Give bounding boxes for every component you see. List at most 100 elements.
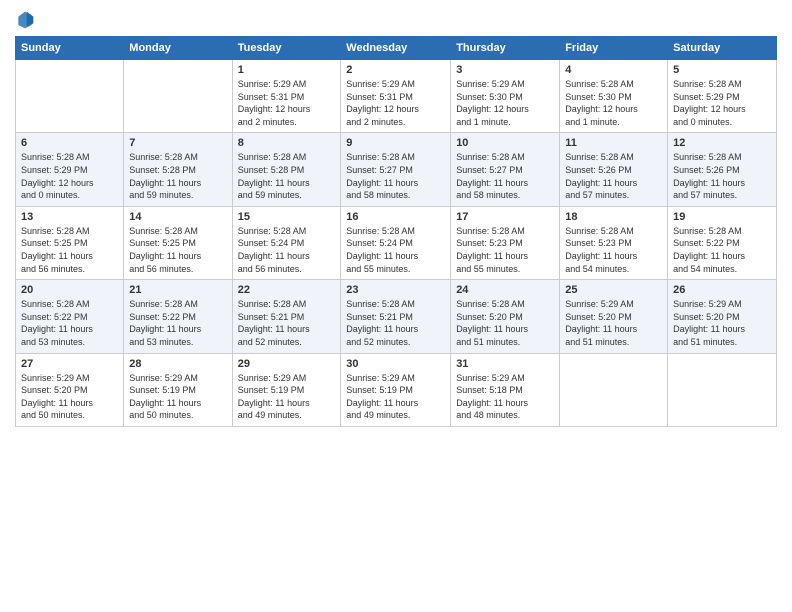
calendar-cell: 6Sunrise: 5:28 AM Sunset: 5:29 PM Daylig… [16, 133, 124, 206]
calendar-cell: 9Sunrise: 5:28 AM Sunset: 5:27 PM Daylig… [341, 133, 451, 206]
calendar-cell: 17Sunrise: 5:28 AM Sunset: 5:23 PM Dayli… [451, 206, 560, 279]
weekday-header-row: SundayMondayTuesdayWednesdayThursdayFrid… [16, 37, 777, 60]
weekday-header-friday: Friday [560, 37, 668, 60]
day-detail: Sunrise: 5:29 AM Sunset: 5:30 PM Dayligh… [456, 78, 554, 128]
calendar-cell: 18 Sunrise: 5:28 AM Sunset: 5:23 PM Dayli… [560, 206, 668, 279]
day-number: 27 [21, 358, 118, 370]
day-detail: Sunrise: 5:28 AM Sunset: 5:29 PM Dayligh… [673, 78, 771, 128]
calendar-cell: 29 Sunrise: 5:29 AM Sunset: 5:19 PM Dayli… [232, 353, 341, 426]
day-number: 26 [673, 284, 771, 296]
weekday-header-tuesday: Tuesday [232, 37, 341, 60]
calendar-cell: 1 Sunrise: 5:29 AM Sunset: 5:31 PM Daylig… [232, 60, 341, 133]
day-detail: Sunrise: 5:28 AM Sunset: 5:22 PM Dayligh… [673, 225, 771, 275]
calendar-week-row: 6Sunrise: 5:28 AM Sunset: 5:29 PM Daylig… [16, 133, 777, 206]
day-number: 8 [238, 137, 336, 149]
day-number: 24 [456, 284, 554, 296]
day-number: 20 [21, 284, 118, 296]
day-number: 12 [673, 137, 771, 149]
calendar-week-row: 27 Sunrise: 5:29 AM Sunset: 5:20 PM Dayli… [16, 353, 777, 426]
day-number: 18 [565, 211, 662, 223]
calendar-cell [560, 353, 668, 426]
day-detail: Sunrise: 5:28 AM Sunset: 5:26 PM Dayligh… [673, 151, 771, 201]
day-number: 29 [238, 358, 336, 370]
weekday-header-wednesday: Wednesday [341, 37, 451, 60]
calendar-cell: 4Sunrise: 5:28 AM Sunset: 5:30 PM Daylig… [560, 60, 668, 133]
day-detail: Sunrise: 5:28 AM Sunset: 5:27 PM Dayligh… [456, 151, 554, 201]
day-detail: Sunrise: 5:28 AM Sunset: 5:24 PM Dayligh… [238, 225, 336, 275]
page-header [15, 10, 777, 30]
calendar-cell: 10 Sunrise: 5:28 AM Sunset: 5:27 PM Dayli… [451, 133, 560, 206]
calendar-table: SundayMondayTuesdayWednesdayThursdayFrid… [15, 36, 777, 427]
calendar-cell: 7 Sunrise: 5:28 AM Sunset: 5:28 PM Daylig… [124, 133, 232, 206]
day-detail: Sunrise: 5:28 AM Sunset: 5:25 PM Dayligh… [21, 225, 118, 275]
weekday-header-sunday: Sunday [16, 37, 124, 60]
day-detail: Sunrise: 5:29 AM Sunset: 5:20 PM Dayligh… [673, 298, 771, 348]
day-detail: Sunrise: 5:28 AM Sunset: 5:25 PM Dayligh… [129, 225, 226, 275]
day-detail: Sunrise: 5:28 AM Sunset: 5:29 PM Dayligh… [21, 151, 118, 201]
day-detail: Sunrise: 5:29 AM Sunset: 5:20 PM Dayligh… [565, 298, 662, 348]
weekday-header-thursday: Thursday [451, 37, 560, 60]
day-detail: Sunrise: 5:28 AM Sunset: 5:28 PM Dayligh… [238, 151, 336, 201]
day-detail: Sunrise: 5:29 AM Sunset: 5:31 PM Dayligh… [346, 78, 445, 128]
day-detail: Sunrise: 5:28 AM Sunset: 5:23 PM Dayligh… [565, 225, 662, 275]
day-number: 13 [21, 211, 118, 223]
calendar-week-row: 20Sunrise: 5:28 AM Sunset: 5:22 PM Dayli… [16, 280, 777, 353]
calendar-cell: 24 Sunrise: 5:28 AM Sunset: 5:20 PM Dayli… [451, 280, 560, 353]
calendar-cell: 26 Sunrise: 5:29 AM Sunset: 5:20 PM Dayli… [668, 280, 777, 353]
day-number: 5 [673, 64, 771, 76]
day-detail: Sunrise: 5:28 AM Sunset: 5:28 PM Dayligh… [129, 151, 226, 201]
calendar-cell: 31Sunrise: 5:29 AM Sunset: 5:18 PM Dayli… [451, 353, 560, 426]
calendar-week-row: 1 Sunrise: 5:29 AM Sunset: 5:31 PM Daylig… [16, 60, 777, 133]
day-number: 23 [346, 284, 445, 296]
calendar-cell: 11Sunrise: 5:28 AM Sunset: 5:26 PM Dayli… [560, 133, 668, 206]
day-number: 19 [673, 211, 771, 223]
calendar-cell [16, 60, 124, 133]
day-number: 10 [456, 137, 554, 149]
day-number: 28 [129, 358, 226, 370]
day-detail: Sunrise: 5:29 AM Sunset: 5:19 PM Dayligh… [238, 372, 336, 422]
day-detail: Sunrise: 5:29 AM Sunset: 5:18 PM Dayligh… [456, 372, 554, 422]
calendar-cell: 15 Sunrise: 5:28 AM Sunset: 5:24 PM Dayli… [232, 206, 341, 279]
day-detail: Sunrise: 5:28 AM Sunset: 5:21 PM Dayligh… [238, 298, 336, 348]
day-detail: Sunrise: 5:29 AM Sunset: 5:31 PM Dayligh… [238, 78, 336, 128]
day-detail: Sunrise: 5:28 AM Sunset: 5:26 PM Dayligh… [565, 151, 662, 201]
calendar-cell: 8 Sunrise: 5:28 AM Sunset: 5:28 PM Daylig… [232, 133, 341, 206]
day-detail: Sunrise: 5:28 AM Sunset: 5:20 PM Dayligh… [456, 298, 554, 348]
day-number: 14 [129, 211, 226, 223]
day-detail: Sunrise: 5:28 AM Sunset: 5:21 PM Dayligh… [346, 298, 445, 348]
calendar-cell: 30 Sunrise: 5:29 AM Sunset: 5:19 PM Dayli… [341, 353, 451, 426]
day-number: 16 [346, 211, 445, 223]
day-number: 7 [129, 137, 226, 149]
calendar-cell: 13 Sunrise: 5:28 AM Sunset: 5:25 PM Dayli… [16, 206, 124, 279]
day-detail: Sunrise: 5:29 AM Sunset: 5:19 PM Dayligh… [346, 372, 445, 422]
day-detail: Sunrise: 5:28 AM Sunset: 5:24 PM Dayligh… [346, 225, 445, 275]
logo-icon [15, 10, 35, 30]
calendar-cell: 3 Sunrise: 5:29 AM Sunset: 5:30 PM Daylig… [451, 60, 560, 133]
calendar-cell: 19 Sunrise: 5:28 AM Sunset: 5:22 PM Dayli… [668, 206, 777, 279]
calendar-cell: 23 Sunrise: 5:28 AM Sunset: 5:21 PM Dayli… [341, 280, 451, 353]
day-detail: Sunrise: 5:29 AM Sunset: 5:20 PM Dayligh… [21, 372, 118, 422]
calendar-cell: 2 Sunrise: 5:29 AM Sunset: 5:31 PM Daylig… [341, 60, 451, 133]
day-number: 30 [346, 358, 445, 370]
day-number: 1 [238, 64, 336, 76]
day-detail: Sunrise: 5:28 AM Sunset: 5:23 PM Dayligh… [456, 225, 554, 275]
calendar-cell [668, 353, 777, 426]
logo [15, 10, 39, 30]
calendar-cell: 21Sunrise: 5:28 AM Sunset: 5:22 PM Dayli… [124, 280, 232, 353]
day-detail: Sunrise: 5:29 AM Sunset: 5:19 PM Dayligh… [129, 372, 226, 422]
day-number: 22 [238, 284, 336, 296]
calendar-cell: 22 Sunrise: 5:28 AM Sunset: 5:21 PM Dayli… [232, 280, 341, 353]
day-number: 15 [238, 211, 336, 223]
calendar-cell: 16 Sunrise: 5:28 AM Sunset: 5:24 PM Dayli… [341, 206, 451, 279]
calendar-cell: 12 Sunrise: 5:28 AM Sunset: 5:26 PM Dayli… [668, 133, 777, 206]
day-number: 4 [565, 64, 662, 76]
day-number: 2 [346, 64, 445, 76]
calendar-cell: 27 Sunrise: 5:29 AM Sunset: 5:20 PM Dayli… [16, 353, 124, 426]
weekday-header-saturday: Saturday [668, 37, 777, 60]
calendar-cell: 25 Sunrise: 5:29 AM Sunset: 5:20 PM Dayli… [560, 280, 668, 353]
day-number: 3 [456, 64, 554, 76]
weekday-header-monday: Monday [124, 37, 232, 60]
day-number: 9 [346, 137, 445, 149]
day-number: 25 [565, 284, 662, 296]
calendar-week-row: 13 Sunrise: 5:28 AM Sunset: 5:25 PM Dayli… [16, 206, 777, 279]
